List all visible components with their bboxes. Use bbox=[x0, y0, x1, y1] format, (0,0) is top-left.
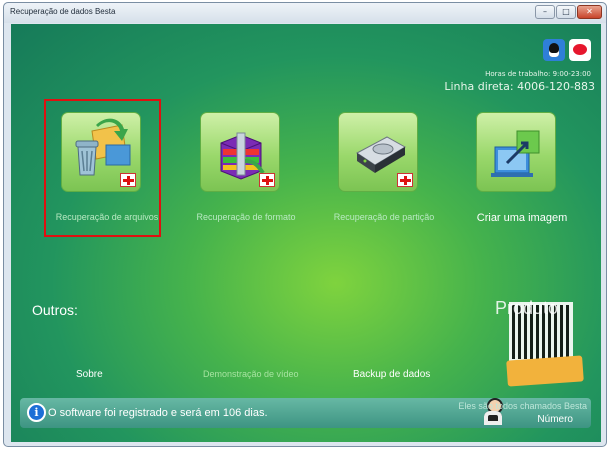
working-hours: Horas de trabalho: 9:00-23:00 bbox=[485, 70, 591, 78]
social-links bbox=[531, 39, 591, 63]
weibo-icon[interactable] bbox=[569, 39, 591, 61]
data-backup-link[interactable]: Backup de dados bbox=[353, 369, 430, 380]
feature-label: Recuperação de formato bbox=[196, 212, 296, 222]
minimize-icon: – bbox=[543, 7, 547, 16]
feature-label: Recuperação de partição bbox=[333, 212, 435, 222]
close-button[interactable]: ✕ bbox=[577, 5, 602, 19]
title-bar[interactable]: Recuperação de dados Besta – □ ✕ bbox=[4, 3, 606, 23]
support-number: Número bbox=[537, 414, 573, 425]
maximize-icon: □ bbox=[562, 7, 570, 16]
product-promo[interactable]: Produto bbox=[495, 292, 591, 392]
add-icon bbox=[259, 173, 275, 187]
partition-recovery-tile[interactable] bbox=[338, 112, 418, 192]
status-message: O software foi registrado e será em 106 … bbox=[48, 407, 268, 419]
add-icon bbox=[397, 173, 413, 187]
qq-icon[interactable] bbox=[543, 39, 565, 61]
app-window: Recuperação de dados Besta – □ ✕ Horas d… bbox=[3, 2, 607, 447]
create-image-tile[interactable] bbox=[476, 112, 556, 192]
support-info[interactable]: Eles são todos chamados Besta Número bbox=[447, 398, 587, 428]
hotline: Linha direta: 4006-120-883 bbox=[444, 80, 595, 93]
window-title: Recuperação de dados Besta bbox=[10, 7, 116, 16]
feature-label: Criar uma imagem bbox=[476, 212, 568, 224]
minimize-button[interactable]: – bbox=[535, 5, 555, 19]
close-icon: ✕ bbox=[586, 7, 593, 16]
video-demo-link[interactable]: Demonstração de vídeo bbox=[203, 369, 299, 379]
status-bar: i O software foi registrado e será em 10… bbox=[20, 398, 591, 428]
format-recovery-tile[interactable] bbox=[200, 112, 280, 192]
selection-highlight bbox=[44, 99, 161, 237]
support-line: Eles são todos chamados Besta bbox=[458, 401, 587, 411]
info-icon: i bbox=[27, 403, 46, 422]
promo-title: Produto bbox=[495, 298, 559, 318]
promo-ribbon bbox=[506, 355, 584, 387]
about-link[interactable]: Sobre bbox=[76, 369, 103, 380]
others-title: Outros: bbox=[32, 302, 78, 318]
main-panel: Horas de trabalho: 9:00-23:00 Linha dire… bbox=[11, 24, 601, 442]
image-export-icon bbox=[491, 130, 540, 177]
maximize-button[interactable]: □ bbox=[556, 5, 576, 19]
